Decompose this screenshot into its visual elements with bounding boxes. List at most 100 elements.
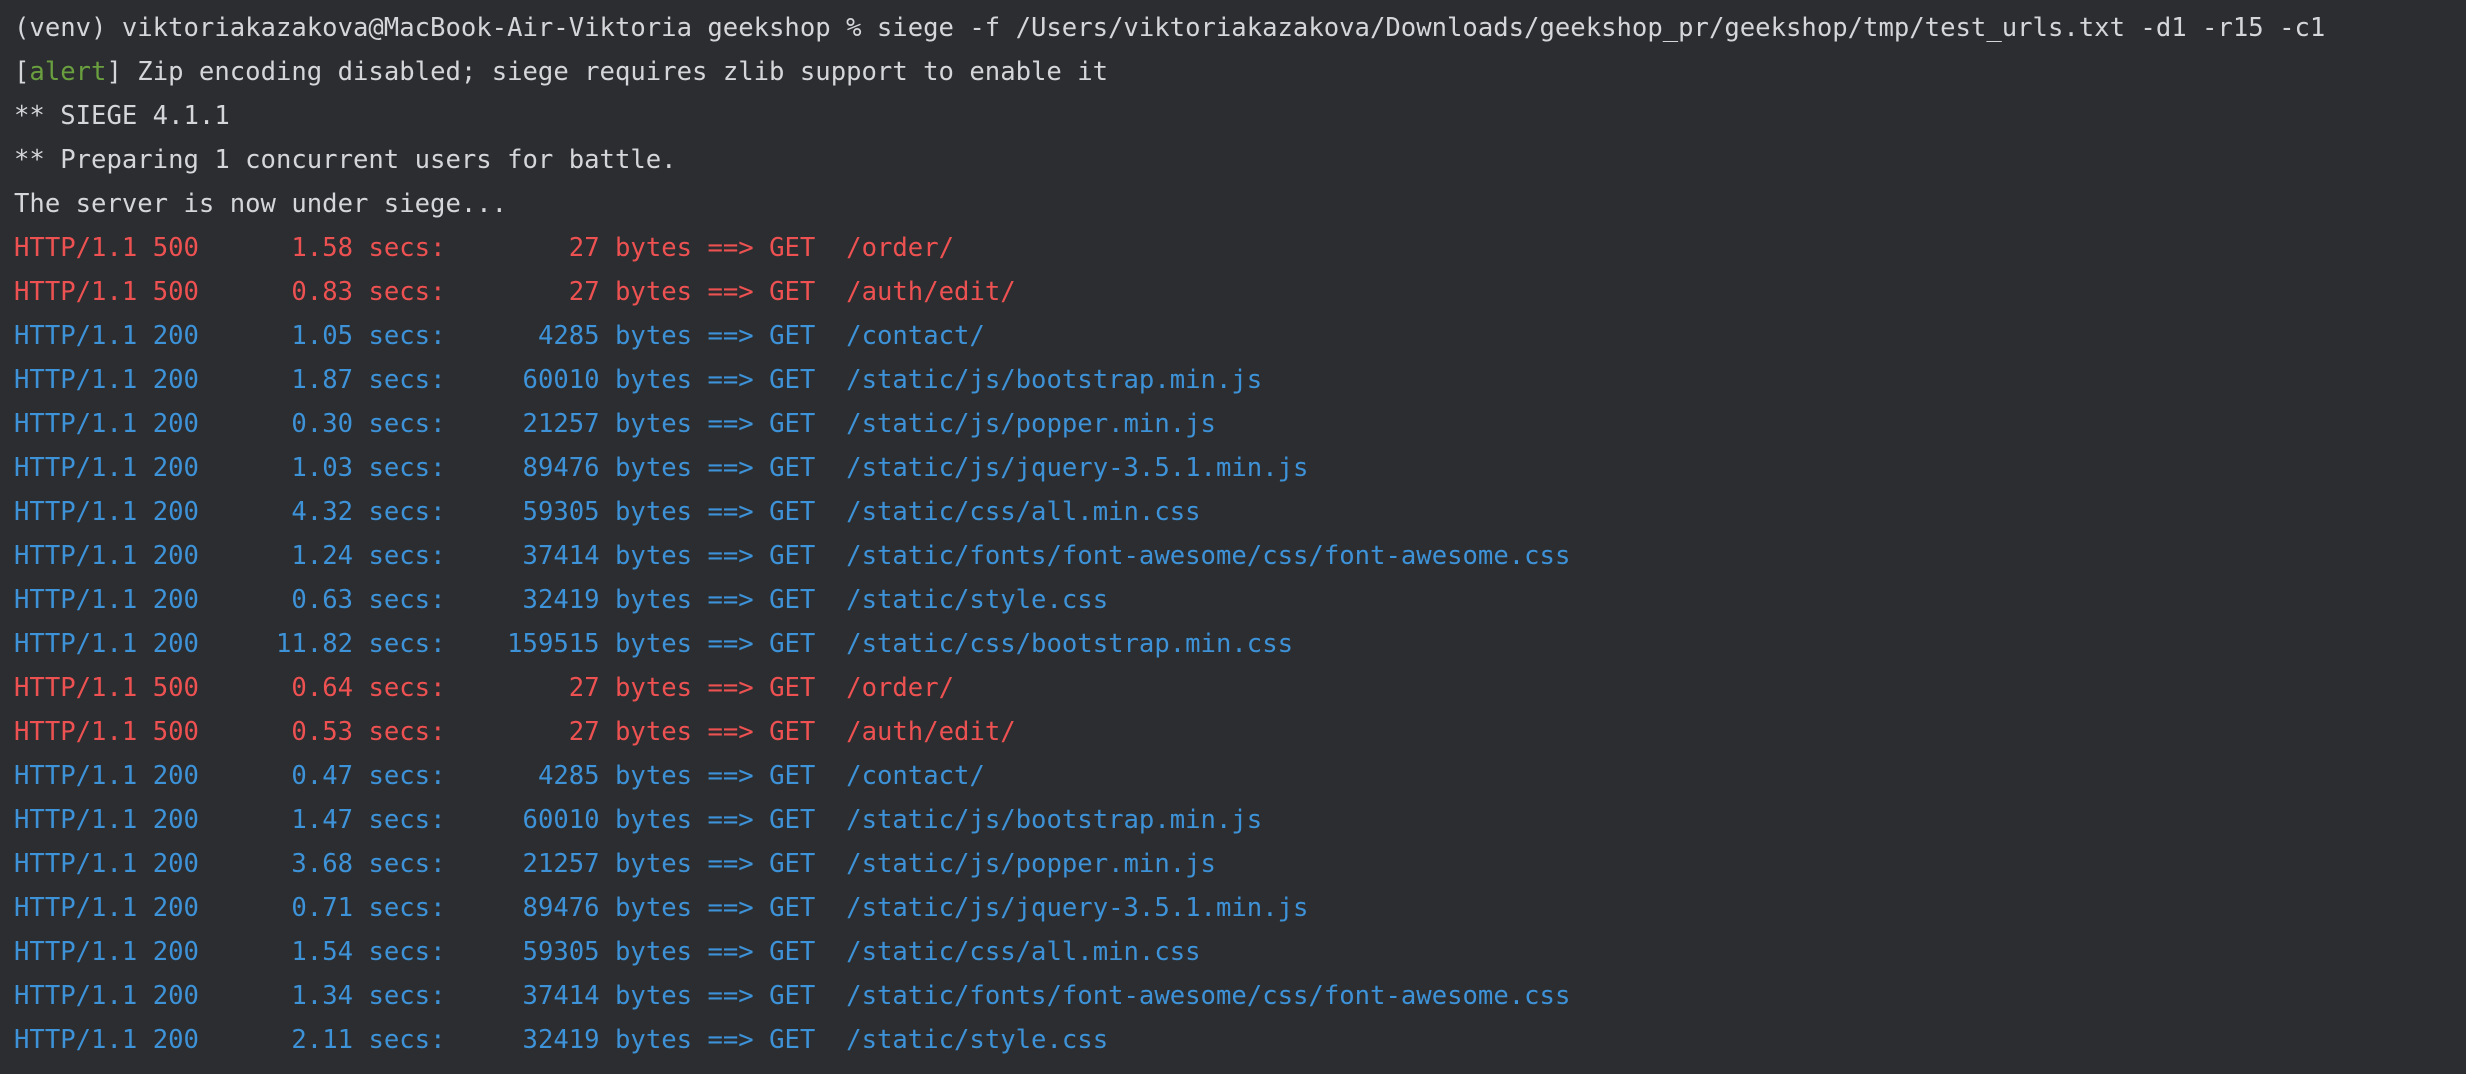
request-line: HTTP/1.1 200 1.54 secs: 59305 bytes ==> … xyxy=(14,937,1201,967)
request-line: HTTP/1.1 200 1.34 secs: 37414 bytes ==> … xyxy=(14,981,1571,1011)
request-status: 500 xyxy=(152,673,199,703)
request-bytes: 59305 xyxy=(522,497,600,527)
request-line: HTTP/1.1 200 1.03 secs: 89476 bytes ==> … xyxy=(14,453,1309,483)
request-path: /contact/ xyxy=(846,321,985,351)
request-method: GET xyxy=(769,585,816,615)
request-line: HTTP/1.1 200 2.11 secs: 32419 bytes ==> … xyxy=(14,1025,1109,1055)
request-line: HTTP/1.1 200 3.68 secs: 21257 bytes ==> … xyxy=(14,849,1216,879)
request-secs: 1.24 xyxy=(291,541,354,571)
request-line: HTTP/1.1 200 0.63 secs: 32419 bytes ==> … xyxy=(14,585,1109,615)
request-bytes: 32419 xyxy=(522,585,600,615)
request-protocol: HTTP/1.1 xyxy=(14,629,138,659)
request-path: /order/ xyxy=(846,673,955,703)
request-path: /static/fonts/font-awesome/css/font-awes… xyxy=(846,981,1571,1011)
terminal-output[interactable]: (venv) viktoriakazakova@MacBook-Air-Vikt… xyxy=(0,0,2466,1074)
request-line: HTTP/1.1 200 0.47 secs: 4285 bytes ==> G… xyxy=(14,761,985,791)
request-status: 500 xyxy=(152,717,199,747)
request-method: GET xyxy=(769,937,816,967)
request-protocol: HTTP/1.1 xyxy=(14,937,138,967)
request-method: GET xyxy=(769,321,816,351)
request-path: /static/js/bootstrap.min.js xyxy=(846,805,1263,835)
request-secs: 1.58 xyxy=(291,233,354,263)
request-line: HTTP/1.1 500 0.83 secs: 27 bytes ==> GET… xyxy=(14,277,1016,307)
request-bytes: 60010 xyxy=(522,805,600,835)
request-log: HTTP/1.1 500 1.58 secs: 27 bytes ==> GET… xyxy=(14,226,2466,1062)
request-secs: 0.64 xyxy=(291,673,354,703)
request-method: GET xyxy=(769,849,816,879)
request-protocol: HTTP/1.1 xyxy=(14,1025,138,1055)
request-protocol: HTTP/1.1 xyxy=(14,981,138,1011)
request-bytes: 37414 xyxy=(522,541,600,571)
request-path: /contact/ xyxy=(846,761,985,791)
request-protocol: HTTP/1.1 xyxy=(14,453,138,483)
request-bytes: 21257 xyxy=(522,409,600,439)
request-line: HTTP/1.1 200 4.32 secs: 59305 bytes ==> … xyxy=(14,497,1201,527)
request-method: GET xyxy=(769,541,816,571)
request-method: GET xyxy=(769,365,816,395)
request-secs: 2.11 xyxy=(291,1025,354,1055)
request-path: /static/style.css xyxy=(846,1025,1109,1055)
request-status: 200 xyxy=(152,893,199,923)
request-status: 200 xyxy=(152,849,199,879)
request-secs: 1.34 xyxy=(291,981,354,1011)
alert-message: Zip encoding disabled; siege requires zl… xyxy=(121,57,1109,87)
request-protocol: HTTP/1.1 xyxy=(14,233,138,263)
request-path: /static/js/bootstrap.min.js xyxy=(846,365,1263,395)
request-bytes: 27 xyxy=(568,673,600,703)
request-bytes: 59305 xyxy=(522,937,600,967)
request-method: GET xyxy=(769,673,816,703)
request-line: HTTP/1.1 500 0.64 secs: 27 bytes ==> GET… xyxy=(14,673,955,703)
request-protocol: HTTP/1.1 xyxy=(14,717,138,747)
under-siege-message: The server is now under siege... xyxy=(14,189,508,219)
request-status: 200 xyxy=(152,585,199,615)
request-secs: 0.53 xyxy=(291,717,354,747)
alert-tag: alert xyxy=(29,57,107,87)
request-secs: 11.82 xyxy=(275,629,354,659)
request-secs: 1.54 xyxy=(291,937,354,967)
request-method: GET xyxy=(769,497,816,527)
request-secs: 0.30 xyxy=(291,409,354,439)
request-method: GET xyxy=(769,717,816,747)
request-bytes: 4285 xyxy=(537,761,600,791)
request-method: GET xyxy=(769,1025,816,1055)
request-line: HTTP/1.1 200 1.47 secs: 60010 bytes ==> … xyxy=(14,805,1263,835)
request-status: 500 xyxy=(152,277,199,307)
request-protocol: HTTP/1.1 xyxy=(14,409,138,439)
request-path: /order/ xyxy=(846,233,955,263)
request-protocol: HTTP/1.1 xyxy=(14,761,138,791)
alert-line: [alert] Zip encoding disabled; siege req… xyxy=(14,50,2466,94)
request-secs: 0.47 xyxy=(291,761,354,791)
request-path: /static/css/all.min.css xyxy=(846,937,1201,967)
request-status: 200 xyxy=(152,365,199,395)
request-bytes: 27 xyxy=(568,233,600,263)
request-status: 200 xyxy=(152,761,199,791)
request-status: 200 xyxy=(152,321,199,351)
request-bytes: 89476 xyxy=(522,893,600,923)
request-method: GET xyxy=(769,277,816,307)
request-status: 200 xyxy=(152,453,199,483)
request-protocol: HTTP/1.1 xyxy=(14,277,138,307)
request-method: GET xyxy=(769,629,816,659)
request-secs: 0.63 xyxy=(291,585,354,615)
request-protocol: HTTP/1.1 xyxy=(14,321,138,351)
request-secs: 4.32 xyxy=(291,497,354,527)
request-method: GET xyxy=(769,893,816,923)
request-method: GET xyxy=(769,409,816,439)
request-path: /static/js/jquery-3.5.1.min.js xyxy=(846,453,1309,483)
request-bytes: 60010 xyxy=(522,365,600,395)
request-bytes: 37414 xyxy=(522,981,600,1011)
alert-open-bracket: [ xyxy=(14,57,30,87)
request-path: /static/js/jquery-3.5.1.min.js xyxy=(846,893,1309,923)
request-line: HTTP/1.1 200 1.05 secs: 4285 bytes ==> G… xyxy=(14,321,985,351)
request-line: HTTP/1.1 200 0.71 secs: 89476 bytes ==> … xyxy=(14,893,1309,923)
request-status: 200 xyxy=(152,1025,199,1055)
request-secs: 1.47 xyxy=(291,805,354,835)
preparing-message: ** Preparing 1 concurrent users for batt… xyxy=(14,145,677,175)
request-line: HTTP/1.1 200 11.82 secs: 159515 bytes ==… xyxy=(14,629,1294,659)
request-status: 200 xyxy=(152,541,199,571)
request-line: HTTP/1.1 200 1.87 secs: 60010 bytes ==> … xyxy=(14,365,1263,395)
request-secs: 0.83 xyxy=(291,277,354,307)
request-path: /auth/edit/ xyxy=(846,717,1016,747)
request-status: 200 xyxy=(152,497,199,527)
request-line: HTTP/1.1 200 1.24 secs: 37414 bytes ==> … xyxy=(14,541,1571,571)
